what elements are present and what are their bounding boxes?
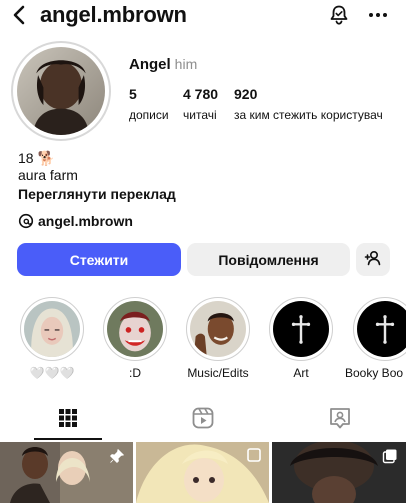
- more-options-icon[interactable]: [366, 3, 390, 27]
- highlight-3-label: Music/Edits: [187, 366, 249, 380]
- clown-photo: [107, 301, 163, 357]
- bio-line-text: aura farm: [18, 167, 78, 183]
- avatar-photo: [17, 47, 105, 135]
- highlight-1-label: 🤍🤍🤍: [29, 366, 75, 380]
- highlight-5[interactable]: [353, 297, 406, 361]
- profile-avatar[interactable]: [11, 41, 111, 141]
- threads-handle: angel.mbrown: [38, 213, 133, 229]
- tab-posts-grid-icon[interactable]: [56, 406, 80, 430]
- display-name-text: Angel: [129, 56, 171, 73]
- display-name: Angel him: [129, 56, 197, 73]
- top-bar: angel.mbrown: [0, 0, 406, 32]
- add-user-icon: [364, 249, 382, 270]
- girl-photo: [24, 301, 80, 357]
- stat-following-count: 920: [234, 86, 258, 102]
- stat-followers-label: читачі: [183, 108, 217, 122]
- selfie-photo: [190, 301, 246, 357]
- highlight-2-label: :D: [129, 366, 141, 380]
- stat-posts-count: 5: [129, 86, 137, 102]
- profile-username-title: angel.mbrown: [40, 2, 187, 27]
- highlight-2[interactable]: [103, 297, 167, 361]
- stat-followers-count: 4 780: [183, 86, 219, 102]
- stat-followers[interactable]: 4 780 читачі: [183, 86, 218, 122]
- stat-posts-label: дописи: [129, 108, 169, 122]
- highlight-5-label: Booky Boo: [345, 366, 404, 380]
- carousel-icon: [382, 448, 398, 469]
- bio-age-text: 18: [18, 150, 34, 166]
- pronouns: him: [174, 56, 198, 72]
- tab-tagged-icon[interactable]: [328, 406, 352, 430]
- bio-line-age: 18 🐕: [18, 150, 55, 167]
- highlight-4-label: Art: [293, 366, 309, 380]
- profile-tabs: [0, 398, 406, 440]
- follow-button[interactable]: Стежити: [17, 243, 181, 276]
- grid-post-3[interactable]: [272, 442, 406, 503]
- grid-post-2[interactable]: [136, 442, 269, 503]
- media-indicator-icon: [247, 448, 261, 467]
- active-tab-indicator: [34, 438, 102, 440]
- highlight-3[interactable]: [186, 297, 250, 361]
- stat-posts[interactable]: 5 дописи: [129, 86, 169, 122]
- threads-icon: [18, 213, 34, 229]
- suggest-users-button[interactable]: [356, 243, 390, 276]
- pin-icon: [109, 448, 125, 469]
- tab-reels-icon[interactable]: [191, 406, 215, 430]
- highlight-1[interactable]: [20, 297, 84, 361]
- message-button[interactable]: Повідомлення: [187, 243, 350, 276]
- stat-following-label: за ким стежить користувач: [234, 108, 383, 122]
- cross-icon: [273, 301, 329, 357]
- bell-icon[interactable]: [327, 3, 351, 27]
- dog-emoji: 🐕: [37, 150, 55, 166]
- see-translation-link[interactable]: Переглянути переклад: [18, 186, 176, 202]
- highlight-4[interactable]: [269, 297, 333, 361]
- cross-icon: [357, 301, 406, 357]
- grid-post-1[interactable]: [0, 442, 133, 503]
- threads-link[interactable]: angel.mbrown: [18, 213, 133, 229]
- back-arrow-icon[interactable]: [8, 3, 32, 27]
- stat-following[interactable]: 920 за ким стежить користувач: [234, 86, 383, 122]
